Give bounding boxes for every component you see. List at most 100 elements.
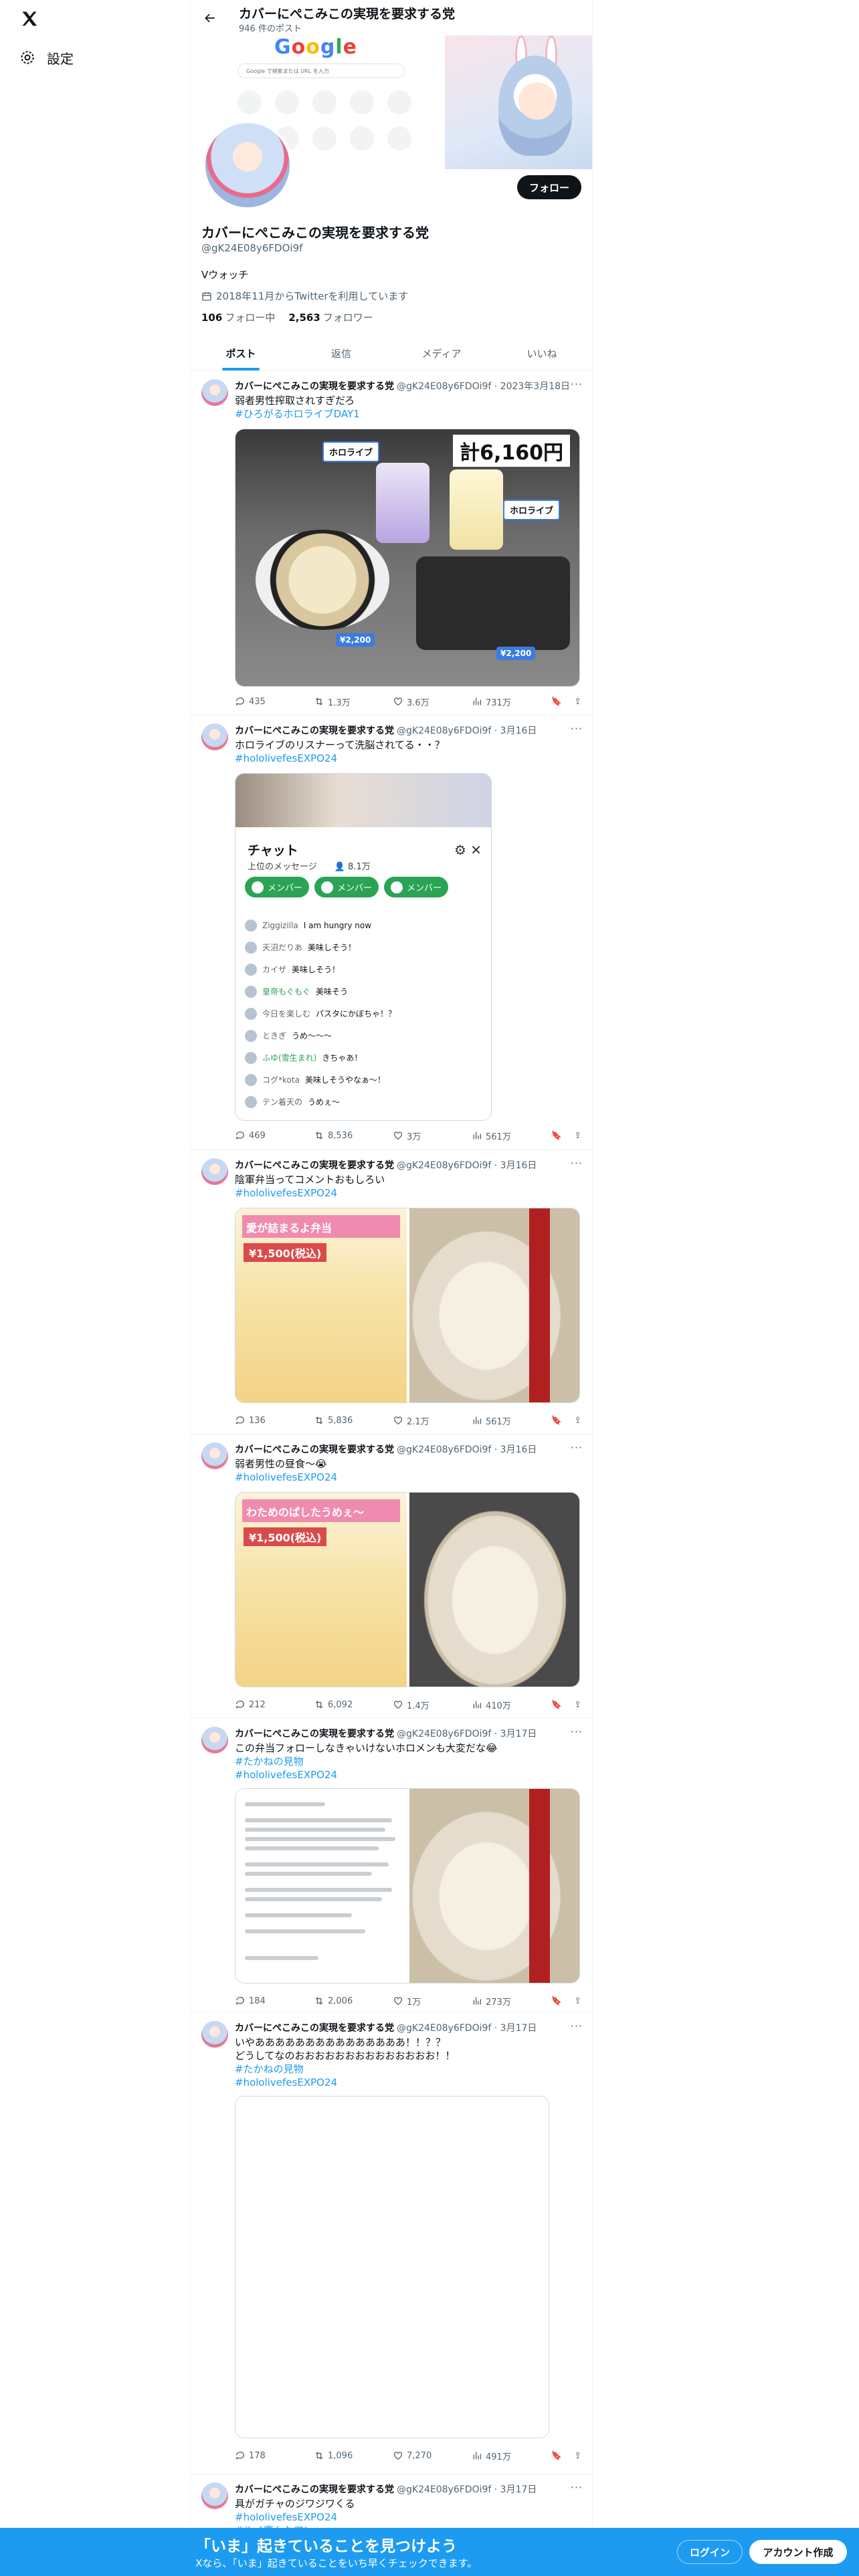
heart-icon (394, 2452, 402, 2460)
views-button[interactable]: 731万 (472, 695, 551, 708)
reply-button[interactable]: 435 (235, 696, 314, 707)
calendar-icon (202, 292, 211, 301)
tweet[interactable]: カバーにぺこみこの実現を要求する党 @gK24E08y6FDOi9f · 2023… (191, 371, 592, 716)
share-icon[interactable]: ⇪ (574, 1700, 581, 1710)
media-price-tag: ¥2,200 (336, 633, 375, 647)
heart-icon (394, 1701, 402, 1709)
heart-icon (394, 1416, 402, 1425)
tweet-media-food-photo[interactable]: 計6,160円 ホロライブ ホロライブ ¥2,200 ¥2,200 (235, 429, 580, 687)
hashtag[interactable]: #ひろがるホロライブDAY1 (235, 407, 581, 421)
tab-likes[interactable]: いいね (492, 336, 592, 370)
tab-media[interactable]: メディア (391, 336, 492, 370)
x-logo-icon[interactable] (19, 8, 40, 29)
hashtag[interactable]: #hololivefesEXPO24 (235, 1471, 581, 1484)
reply-button[interactable]: 212 (235, 1699, 314, 1710)
reply-icon (235, 1416, 244, 1424)
nav-settings[interactable]: 設定 (19, 45, 74, 70)
more-icon[interactable]: ··· (571, 722, 583, 735)
like-button[interactable]: 7,270 (393, 2450, 472, 2461)
repost-button[interactable]: 8,536 (314, 1130, 393, 1141)
tweet-avatar[interactable] (201, 724, 228, 750)
signup-prompt-bar: 「いま」起きていることを見つけよう Xなら、「いま」起きていることをいち早くチェ… (0, 2528, 859, 2576)
share-icon[interactable]: ⇪ (574, 1131, 581, 1141)
repost-button[interactable]: 1,096 (314, 2450, 393, 2461)
tweet-header: カバーにぺこみこの実現を要求する党 @gK24E08y6FDOi9f · 3月17… (235, 2484, 537, 2495)
chat-row: 皇帝もぐもぐ 美味そう (245, 980, 484, 1002)
share-icon[interactable]: ⇪ (574, 1996, 581, 2006)
bookmark-icon[interactable]: 🔖 (551, 1416, 562, 1426)
tweet-avatar[interactable] (201, 379, 228, 406)
bookmark-icon[interactable]: 🔖 (551, 697, 562, 707)
like-button[interactable]: 2.1万 (393, 1414, 472, 1427)
tweet-media-text-and-bento[interactable] (235, 1788, 580, 1983)
tab-posts[interactable]: ポスト (191, 336, 291, 370)
more-icon[interactable]: ··· (571, 378, 583, 391)
share-icon[interactable]: ⇪ (574, 697, 581, 707)
tweet[interactable]: カバーにぺこみこの実現を要求する党 @gK24E08y6FDOi9f · 3月17… (191, 2013, 592, 2474)
more-icon[interactable]: ··· (571, 1157, 583, 1170)
bookmark-icon[interactable]: 🔖 (551, 1700, 562, 1710)
reply-button[interactable]: 136 (235, 1415, 314, 1426)
back-arrow-icon[interactable] (200, 8, 220, 28)
hashtag[interactable]: #hololivefesEXPO24 (235, 752, 581, 765)
tweet-avatar[interactable] (201, 2482, 228, 2509)
profile-name: カバーにぺこみこの実現を要求する党 (201, 225, 429, 241)
reply-button[interactable]: 469 (235, 1130, 314, 1141)
media-label: ホロライブ (503, 500, 561, 520)
repost-button[interactable]: 5,836 (314, 1415, 393, 1426)
views-button[interactable]: 561万 (472, 1414, 551, 1427)
tweet[interactable]: カバーにぺこみこの実現を要求する党 @gK24E08y6FDOi9f · 3月16… (191, 1150, 592, 1434)
like-button[interactable]: 3万 (393, 1130, 472, 1142)
share-icon[interactable]: ⇪ (574, 2451, 581, 2461)
tweet[interactable]: カバーにぺこみこの実現を要求する党 @gK24E08y6FDOi9f · 3月16… (191, 1434, 592, 1719)
tweet-header: カバーにぺこみこの実現を要求する党 @gK24E08y6FDOi9f · 3月16… (235, 726, 537, 736)
media-pasta-panel (409, 1493, 579, 1687)
views-button[interactable]: 491万 (472, 2450, 551, 2462)
repost-button[interactable]: 2,006 (314, 1996, 393, 2006)
tweet-header: カバーにぺこみこの実現を要求する党 @gK24E08y6FDOi9f · 3月17… (235, 1729, 537, 1739)
share-icon[interactable]: ⇪ (574, 1416, 581, 1426)
tweet-media-chat-screenshot[interactable]: チャット 上位のメッセージ 👤 8.1万 ⚙ ✕ メンバー メンバー メンバー … (235, 773, 492, 1121)
tweet[interactable]: カバーにぺこみこの実現を要求する党 @gK24E08y6FDOi9f · 3月16… (191, 716, 592, 1150)
hashtag[interactable]: #たかねの見物 #hololivefesEXPO24 (235, 2062, 581, 2089)
more-icon[interactable]: ··· (571, 2020, 583, 2032)
bookmark-icon[interactable]: 🔖 (551, 2451, 562, 2461)
reply-button[interactable]: 184 (235, 1996, 314, 2006)
bookmark-icon[interactable]: 🔖 (551, 1131, 562, 1141)
views-button[interactable]: 561万 (472, 1130, 551, 1142)
hashtag[interactable]: #hololivefesEXPO24 (235, 1186, 581, 1200)
login-button[interactable]: ログイン (677, 2540, 743, 2564)
profile-handle: @gK24E08y6FDOi9f (201, 242, 303, 254)
more-icon[interactable]: ··· (571, 1441, 583, 1454)
repost-button[interactable]: 6,092 (314, 1699, 393, 1710)
views-button[interactable]: 410万 (472, 1699, 551, 1711)
like-button[interactable]: 3.6万 (393, 695, 472, 708)
like-button[interactable]: 1万 (393, 1995, 472, 2008)
tweet-media-bento-photos[interactable]: 愛が詰まるよ弁当 ¥1,500(税込) (235, 1208, 580, 1403)
more-icon[interactable]: ··· (571, 1725, 583, 1738)
repost-button[interactable]: 1.3万 (314, 695, 393, 708)
tweet-avatar[interactable] (201, 2021, 228, 2048)
more-icon[interactable]: ··· (571, 2481, 583, 2494)
media-poster-panel: 愛が詰まるよ弁当 ¥1,500(税込) (235, 1208, 407, 1402)
profile-avatar[interactable] (203, 120, 292, 210)
followers-link[interactable]: 2,563 フォロワー (288, 310, 373, 324)
media-bento-panel (409, 1789, 579, 1983)
media-text-screenshot (235, 1789, 407, 1983)
profile-joined: 2018年11月からTwitterを利用しています (201, 289, 408, 303)
tweet-avatar[interactable] (201, 1727, 228, 1753)
tweet-avatar[interactable] (201, 1158, 228, 1185)
hashtag[interactable]: #たかねの見物 #hololivefesEXPO24 (235, 1755, 581, 1782)
following-link[interactable]: 106 フォロー中 (201, 310, 275, 324)
like-button[interactable]: 1.4万 (393, 1699, 472, 1711)
tweet-media-video[interactable] (235, 2096, 549, 2438)
tweet-media-pasta-photos[interactable]: わためのぱしたうめぇ〜 ¥1,500(税込) (235, 1492, 580, 1687)
bookmark-icon[interactable]: 🔖 (551, 1996, 562, 2006)
tweet[interactable]: カバーにぺこみこの実現を要求する党 @gK24E08y6FDOi9f · 3月17… (191, 1719, 592, 2013)
tweet-avatar[interactable] (201, 1442, 228, 1469)
create-account-button[interactable]: アカウント作成 (749, 2540, 847, 2564)
tab-replies[interactable]: 返信 (291, 336, 391, 370)
reply-button[interactable]: 178 (235, 2450, 314, 2461)
views-button[interactable]: 273万 (472, 1995, 551, 2008)
follow-button[interactable]: フォロー (517, 175, 581, 199)
